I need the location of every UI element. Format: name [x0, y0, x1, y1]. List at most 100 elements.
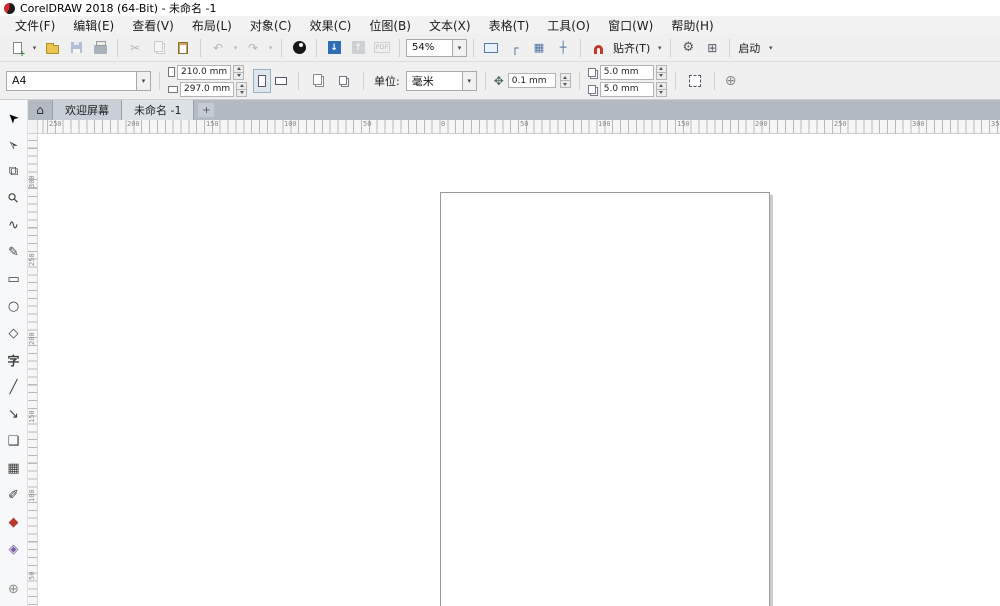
step-down-icon[interactable] [233, 72, 244, 80]
zoom-level-caret-icon[interactable]: ▾ [452, 38, 467, 57]
ruler-origin-corner[interactable] [28, 120, 38, 133]
copy-button[interactable] [148, 37, 170, 59]
import-button[interactable]: ↓ [323, 37, 345, 59]
smart-fill-tool[interactable]: ◈ [1, 536, 27, 563]
customize-toolbox-button[interactable]: ⊕ [1, 578, 27, 600]
step-up-icon[interactable] [233, 64, 244, 73]
current-page-button[interactable] [333, 70, 355, 92]
all-pages-button[interactable] [307, 70, 329, 92]
menu-item[interactable]: 效果(C) [301, 17, 361, 34]
undo-button[interactable]: ↶ [207, 37, 229, 59]
menu-item[interactable]: 对象(C) [241, 17, 301, 34]
show-guidelines-button[interactable]: ┼ [552, 37, 574, 59]
freehand-tool[interactable]: ∿ [1, 212, 27, 239]
duplicate-y-input[interactable]: 5.0 mm [599, 81, 654, 97]
polygon-tool[interactable]: ◇ [1, 320, 27, 347]
transparency-tool[interactable]: ▦ [1, 455, 27, 482]
page-width-input[interactable]: 210.0 mm [177, 64, 231, 80]
connector-tool[interactable]: ↘ [1, 401, 27, 428]
text-tool[interactable]: 字 [1, 347, 27, 374]
menu-item[interactable]: 帮助(H) [662, 17, 722, 34]
snap-menu-button[interactable]: 贴齐(T) ▾ [611, 40, 664, 56]
step-up-icon[interactable] [236, 81, 247, 90]
show-rulers-button[interactable]: ┌ [504, 37, 526, 59]
step-down-icon[interactable] [236, 89, 247, 97]
step-down-icon[interactable] [655, 72, 667, 80]
landscape-icon [275, 76, 287, 85]
tab-document[interactable]: 未命名 -1 [122, 100, 195, 120]
export-button[interactable]: ↑ [347, 37, 369, 59]
nudge-offset-input[interactable]: 0.1 mm [507, 73, 556, 88]
fullscreen-preview-button[interactable] [480, 37, 502, 59]
publish-pdf-button[interactable]: PDF [371, 37, 393, 59]
save-button[interactable] [65, 37, 87, 59]
ellipse-tool[interactable]: ○ [1, 293, 27, 320]
step-down-icon[interactable] [655, 89, 667, 97]
nudge-stepper[interactable] [559, 73, 571, 88]
current-page-icon [339, 76, 347, 85]
landscape-button[interactable] [272, 69, 290, 93]
tab-welcome-screen[interactable]: 欢迎屏幕 [52, 100, 122, 120]
redo-button[interactable]: ↷ [242, 37, 264, 59]
parallel-dimension-tool[interactable]: ╱ [1, 374, 27, 401]
welcome-home-button[interactable]: ⌂ [28, 100, 52, 120]
search-content-button[interactable] [288, 37, 310, 59]
menu-item[interactable]: 查看(V) [123, 17, 183, 34]
redo-history-caret-icon[interactable]: ▾ [266, 44, 275, 52]
zoom-tool[interactable]: ⚲ [1, 185, 27, 212]
menu-item[interactable]: 文件(F) [6, 17, 64, 34]
toolbar-separator [578, 71, 580, 90]
menu-item[interactable]: 布局(L) [183, 17, 241, 34]
print-button[interactable] [89, 37, 111, 59]
new-tab-button[interactable]: + [198, 103, 215, 117]
step-up-icon[interactable] [655, 81, 667, 90]
menu-item[interactable]: 编辑(E) [64, 17, 123, 34]
treat-as-filled-button[interactable] [684, 70, 706, 92]
drop-shadow-tool[interactable]: ❑ [1, 428, 27, 455]
undo-history-caret-icon[interactable]: ▾ [231, 44, 240, 52]
page-width-stepper[interactable] [233, 64, 244, 80]
new-document-button[interactable] [6, 37, 28, 59]
show-grid-button[interactable]: ▦ [528, 37, 550, 59]
menu-item[interactable]: 文本(X) [420, 17, 480, 34]
shape-tool[interactable]: ➢ [1, 131, 27, 158]
launch-button[interactable]: 启动 ▾ [736, 40, 775, 56]
horizontal-ruler[interactable]: 250 200 150 100 50 0 50 100 150 200 250 300 350 [38, 120, 1000, 133]
page-height-input[interactable]: 297.0 mm [180, 81, 234, 97]
step-down-icon[interactable] [559, 81, 571, 88]
page-height-stepper[interactable] [236, 81, 247, 97]
menu-item[interactable]: 工具(O) [538, 17, 599, 34]
units-caret-icon[interactable]: ▾ [461, 70, 477, 91]
step-up-icon[interactable] [655, 64, 667, 73]
paste-button[interactable] [172, 37, 194, 59]
color-eyedropper-tool[interactable]: ✐ [1, 482, 27, 509]
interactive-fill-tool[interactable]: ◆ [1, 509, 27, 536]
duplicate-x-stepper[interactable] [655, 64, 667, 80]
application-launcher-button[interactable]: ⊞ [701, 37, 723, 59]
cut-button[interactable]: ✂ [124, 37, 146, 59]
new-document-caret-icon[interactable]: ▾ [30, 44, 39, 52]
duplicate-x-input[interactable]: 5.0 mm [599, 64, 654, 80]
menu-item[interactable]: 表格(T) [480, 17, 539, 34]
units-select[interactable]: 毫米 ▾ [405, 70, 477, 91]
toolbar-separator [580, 38, 581, 57]
drawing-canvas[interactable] [38, 134, 1000, 606]
customize-property-bar-button[interactable]: ⊕ [723, 73, 739, 89]
vertical-ruler[interactable]: 300 250 200 150 100 50 [28, 134, 38, 606]
step-up-icon[interactable] [559, 73, 571, 81]
portrait-button[interactable] [253, 68, 271, 93]
page-size-preset-select[interactable]: A4 ▾ [6, 70, 151, 91]
menu-item[interactable]: 位图(B) [360, 17, 420, 34]
document-page[interactable] [440, 192, 770, 606]
artistic-media-tool[interactable]: ✎ [1, 239, 27, 266]
pick-tool[interactable]: ➤ [1, 104, 27, 131]
options-button[interactable]: ⚙ [677, 37, 699, 59]
rectangle-tool[interactable]: ▭ [1, 266, 27, 293]
crop-tool[interactable]: ⧉ [1, 158, 27, 185]
open-button[interactable] [41, 37, 63, 59]
duplicate-y-stepper[interactable] [655, 81, 667, 97]
snap-icon-button[interactable] [587, 37, 609, 59]
menu-item[interactable]: 窗口(W) [599, 17, 662, 34]
page-size-caret-icon[interactable]: ▾ [136, 70, 151, 91]
zoom-level-select[interactable]: 54% ▾ [406, 38, 467, 57]
